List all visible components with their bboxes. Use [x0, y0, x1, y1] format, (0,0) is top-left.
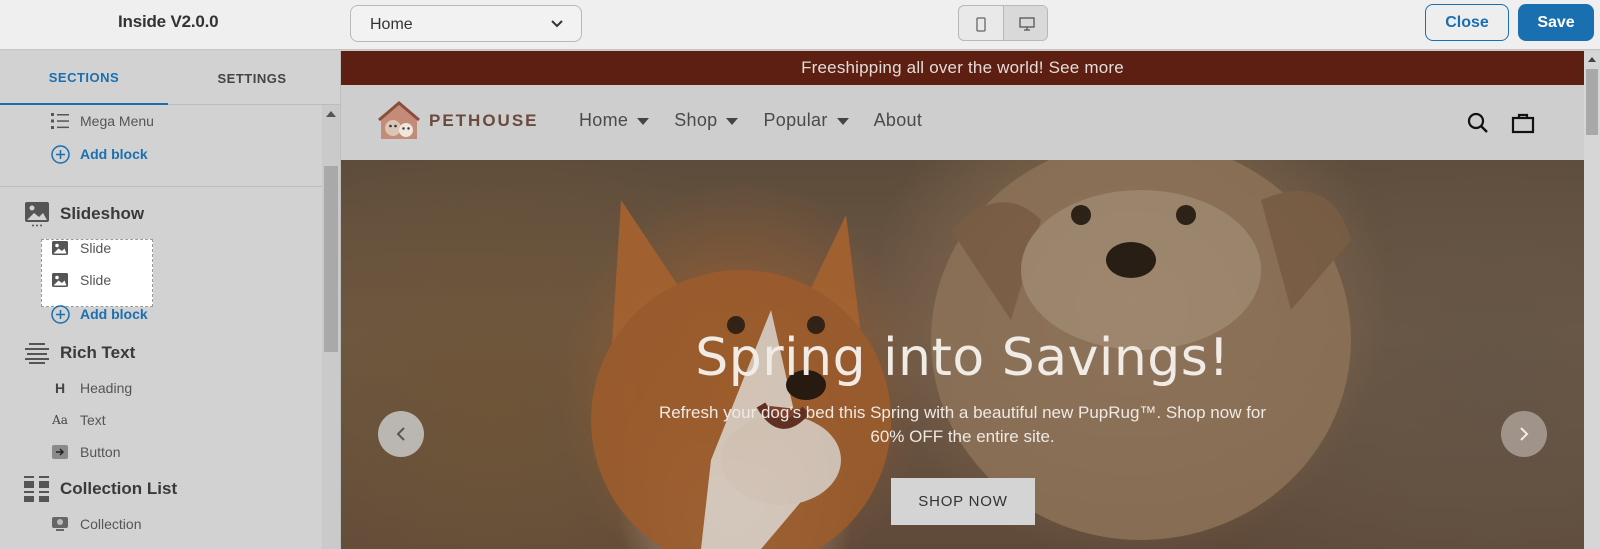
cart-icon[interactable]	[1511, 111, 1535, 135]
image-icon	[24, 201, 50, 227]
sidebar: SECTIONS SETTINGS Mega Menu Add block Sl…	[0, 51, 341, 549]
device-toggle	[958, 5, 1048, 41]
nav-item-shop[interactable]: Shop	[674, 110, 739, 131]
page-select[interactable]: Home	[350, 5, 582, 42]
desktop-view-button[interactable]	[1004, 6, 1047, 40]
page-select-value: Home	[370, 16, 413, 33]
scroll-thumb[interactable]	[1586, 69, 1598, 135]
add-block-button[interactable]: Add block	[50, 304, 148, 324]
section-title: Rich Text	[60, 343, 136, 362]
chevron-right-icon	[1520, 427, 1529, 441]
hero-title: Spring into Savings!	[695, 328, 1230, 388]
main-nav: Home Shop Popular About	[579, 110, 947, 131]
nav-item-popular[interactable]: Popular	[763, 110, 849, 131]
store-logo[interactable]: PETHOUSE	[377, 101, 539, 141]
chevron-left-icon	[396, 427, 405, 441]
section-title: Slideshow	[60, 204, 145, 223]
section-collection-list[interactable]: Collection List	[24, 476, 177, 502]
slide-prev-button[interactable]	[378, 411, 424, 457]
text-align-icon	[24, 341, 50, 365]
font-icon: Aa	[52, 413, 68, 427]
slide-next-button[interactable]	[1501, 411, 1547, 457]
collection-icon	[50, 514, 70, 534]
desktop-icon	[1018, 17, 1035, 31]
block-text[interactable]: Aa Text	[50, 410, 106, 430]
tab-sections[interactable]: SECTIONS	[0, 51, 168, 105]
image-icon	[50, 238, 70, 258]
block-label: Collection	[80, 516, 142, 532]
top-bar: Inside V2.0.0 Home Close Save	[0, 0, 1600, 50]
block-label: Heading	[80, 380, 133, 396]
block-button[interactable]: Button	[50, 442, 120, 462]
search-icon[interactable]	[1466, 111, 1490, 135]
nav-label: Shop	[674, 110, 718, 130]
nav-item-home[interactable]: Home	[579, 110, 650, 131]
block-slide[interactable]: Slide	[50, 238, 111, 258]
nav-label: Popular	[763, 110, 828, 130]
add-block-button[interactable]: Add block	[50, 144, 148, 164]
pethouse-logo-icon	[378, 101, 420, 139]
mobile-icon	[976, 16, 986, 32]
sidebar-scrollbar[interactable]	[322, 105, 340, 549]
block-label: Slide	[80, 272, 112, 288]
button-arrow-icon	[50, 442, 70, 462]
block-label: Text	[80, 412, 106, 428]
caret-down-icon	[836, 118, 849, 125]
shop-now-button[interactable]: SHOP NOW	[891, 478, 1035, 525]
list-icon	[50, 111, 70, 131]
heading-icon: H	[54, 380, 66, 396]
save-button[interactable]: Save	[1518, 4, 1594, 41]
caret-down-icon	[637, 118, 650, 125]
chevron-down-icon	[551, 20, 563, 28]
block-label: Button	[80, 444, 121, 460]
nav-label: About	[873, 110, 923, 130]
block-heading[interactable]: H Heading	[50, 378, 132, 398]
scroll-up-arrow[interactable]	[1588, 57, 1596, 62]
add-block-label: Add block	[80, 306, 148, 322]
app-title: Inside V2.0.0	[118, 12, 219, 31]
block-label: Mega Menu	[80, 113, 154, 129]
logo-text: PETHOUSE	[429, 111, 539, 130]
scroll-up-arrow[interactable]	[326, 111, 336, 117]
tab-settings[interactable]: SETTINGS	[168, 51, 336, 105]
image-icon	[50, 270, 70, 290]
plus-circle-icon	[50, 304, 70, 324]
nav-item-about[interactable]: About	[874, 110, 923, 131]
preview-scrollbar[interactable]	[1584, 51, 1600, 549]
section-title: Collection List	[60, 479, 178, 498]
sidebar-tabs: SECTIONS SETTINGS	[0, 51, 340, 105]
store-header: PETHOUSE Home Shop Popular About	[341, 85, 1584, 160]
mobile-view-button[interactable]	[959, 6, 1004, 40]
block-slide[interactable]: Slide	[50, 270, 111, 290]
grid-icon	[24, 476, 50, 502]
close-button[interactable]: Close	[1425, 4, 1509, 41]
section-rich-text[interactable]: Rich Text	[24, 341, 135, 365]
hero-subtitle: Refresh your dog's bed this Spring with …	[658, 403, 1267, 446]
announcement-bar[interactable]: Freeshipping all over the world! See mor…	[341, 51, 1584, 85]
block-label: Slide	[80, 240, 112, 256]
scroll-thumb[interactable]	[324, 166, 338, 352]
plus-circle-icon	[50, 144, 70, 164]
caret-down-icon	[726, 118, 739, 125]
add-block-label: Add block	[80, 146, 148, 162]
nav-label: Home	[579, 110, 629, 130]
divider	[0, 186, 322, 187]
store-preview: Freeshipping all over the world! See mor…	[341, 51, 1584, 549]
hero-slideshow: Spring into Savings! Refresh your dog's …	[341, 160, 1584, 549]
block-collection[interactable]: Collection	[50, 514, 141, 534]
section-slideshow[interactable]: Slideshow	[24, 201, 144, 227]
block-mega-menu[interactable]: Mega Menu	[50, 111, 154, 131]
